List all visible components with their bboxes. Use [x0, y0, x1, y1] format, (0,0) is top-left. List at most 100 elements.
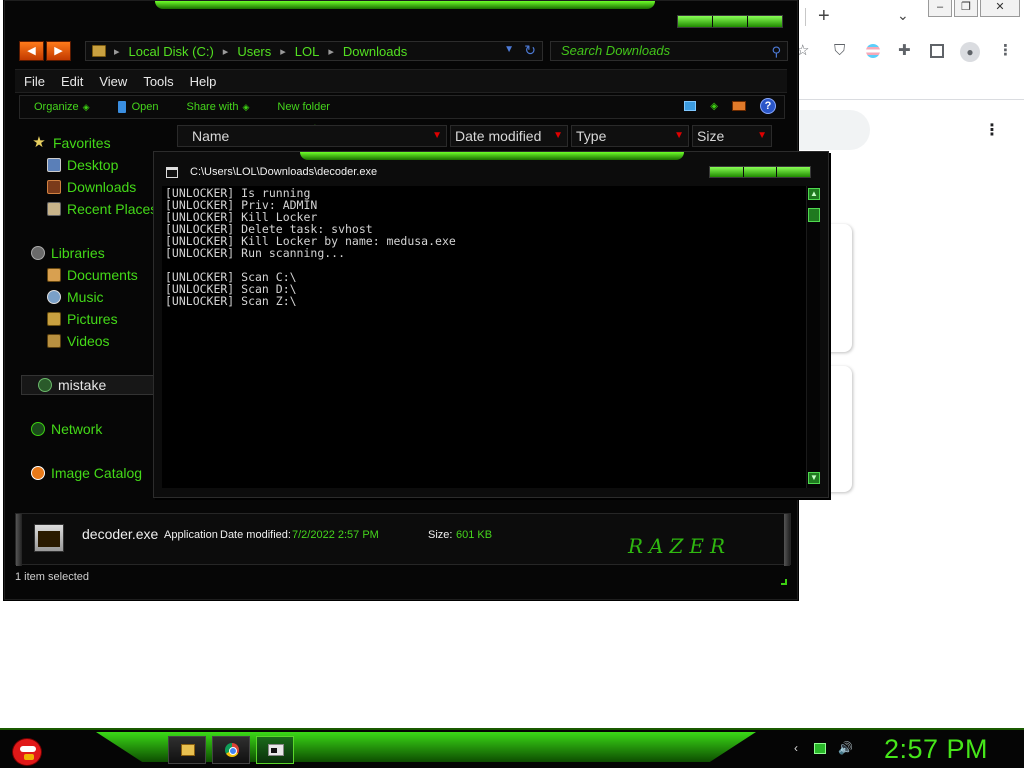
back-button[interactable]: ◀ — [19, 41, 44, 61]
address-bar[interactable]: ▸ Local Disk (C:) ▸ Users ▸ LOL ▸ Downlo… — [85, 41, 543, 61]
breadcrumb-users[interactable]: Users — [237, 44, 271, 59]
sidebar-item-libraries[interactable]: Libraries — [31, 245, 105, 261]
taskbar-clock[interactable]: 2:57 PM — [884, 734, 988, 765]
breadcrumb-lol[interactable]: LOL — [295, 44, 320, 59]
folder-icon — [92, 45, 106, 57]
breadcrumb-separator: ▸ — [280, 45, 286, 58]
help-icon[interactable]: ? — [760, 98, 776, 114]
sidebar-item-documents[interactable]: Documents — [47, 267, 138, 283]
close-button[interactable] — [777, 167, 811, 177]
show-hidden-icons-icon[interactable]: ‹ — [790, 742, 802, 754]
menu-file[interactable]: File — [24, 74, 45, 89]
scroll-thumb[interactable] — [808, 208, 820, 222]
column-size[interactable]: Size ▼ — [692, 125, 772, 147]
view-options-icon[interactable]: ◈ — [710, 101, 718, 112]
minimize-button[interactable] — [710, 167, 744, 177]
address-dropdown-icon[interactable]: ▼ — [504, 44, 514, 55]
window-top-glow — [300, 152, 684, 160]
page-menu-icon[interactable]: ⋮ — [984, 120, 1000, 140]
taskbar: ‹ 🔊 2:57 PM — [0, 728, 1024, 768]
taskbar-explorer-button[interactable] — [168, 736, 206, 764]
search-box-edge[interactable] — [796, 110, 870, 150]
refresh-icon[interactable]: ↻ — [524, 42, 536, 59]
column-size-label: Size — [697, 128, 725, 144]
sidebar-item-favorites[interactable]: ★ Favorites — [31, 135, 110, 151]
explorer-window-controls — [677, 15, 783, 28]
tab-search-button[interactable]: ⌄ — [897, 7, 909, 24]
restore-button[interactable]: ❐ — [954, 0, 978, 17]
menu-help[interactable]: Help — [190, 74, 217, 89]
column-type-label: Type — [576, 128, 607, 144]
pride-flag-icon[interactable] — [866, 44, 880, 58]
column-dropdown-icon[interactable]: ▼ — [674, 126, 684, 146]
menu-bar: File Edit View Tools Help — [15, 69, 787, 93]
column-date-modified[interactable]: Date modified ▼ — [450, 125, 568, 147]
column-dropdown-icon[interactable]: ▼ — [432, 126, 442, 146]
maximize-button[interactable] — [743, 167, 778, 177]
sidebar-label: Music — [67, 289, 104, 305]
resize-grip-icon[interactable] — [781, 579, 787, 585]
system-tray: ‹ 🔊 — [790, 742, 853, 754]
new-folder-button[interactable]: New folder — [277, 101, 330, 113]
console-output-area[interactable]: [UNLOCKER] Is running [UNLOCKER] Priv: A… — [162, 186, 806, 488]
close-button[interactable] — [748, 16, 782, 27]
sidebar-item-desktop[interactable]: Desktop — [47, 157, 118, 173]
menu-edit[interactable]: Edit — [61, 74, 83, 89]
breadcrumb-local-disk[interactable]: Local Disk (C:) — [129, 44, 214, 59]
search-input[interactable]: Search Downloads ⚲ — [550, 41, 788, 61]
homegroup-icon — [38, 378, 52, 392]
column-dropdown-icon[interactable]: ▼ — [553, 126, 563, 146]
profile-icon[interactable]: ● — [960, 42, 980, 62]
sidebar-item-mistake[interactable]: mistake — [21, 375, 159, 395]
open-button[interactable]: Open — [117, 101, 158, 113]
kebab-menu-icon[interactable]: ⋮ — [998, 42, 1013, 60]
ublock-icon[interactable]: ⛉ — [834, 42, 845, 60]
volume-icon[interactable]: 🔊 — [838, 742, 853, 754]
console-titlebar[interactable]: C:\Users\LOL\Downloads\decoder.exe — [166, 166, 377, 178]
console-window: C:\Users\LOL\Downloads\decoder.exe [UNLO… — [153, 151, 829, 498]
minimize-button[interactable]: – — [928, 0, 952, 17]
sidebar-item-music[interactable]: Music — [47, 289, 104, 305]
column-dropdown-icon[interactable]: ▼ — [757, 126, 767, 146]
angry-bird-icon — [12, 738, 42, 766]
recent-places-icon — [47, 202, 61, 216]
sidebar-item-image-catalog[interactable]: Image Catalog — [31, 465, 142, 481]
start-button[interactable] — [8, 732, 46, 768]
menu-tools[interactable]: Tools — [143, 74, 173, 89]
console-scrollbar[interactable]: ▲ ▼ — [806, 186, 820, 488]
sidebar-item-videos[interactable]: Videos — [47, 333, 110, 349]
network-status-icon[interactable] — [814, 742, 826, 754]
sidebar-item-downloads[interactable]: Downloads — [47, 179, 136, 195]
scroll-up-icon[interactable]: ▲ — [808, 188, 820, 200]
new-tab-button[interactable]: + — [818, 4, 830, 28]
taskbar-chrome-button[interactable] — [212, 736, 250, 764]
console-icon — [166, 166, 178, 178]
search-icon[interactable]: ⚲ — [771, 43, 781, 61]
console-output: [UNLOCKER] Is running [UNLOCKER] Priv: A… — [165, 186, 456, 308]
breadcrumb-downloads[interactable]: Downloads — [343, 44, 407, 59]
column-name[interactable]: Name ▼ — [177, 125, 447, 147]
status-bar-text: 1 item selected — [15, 571, 89, 583]
change-view-icon[interactable] — [684, 101, 697, 111]
menu-view[interactable]: View — [99, 74, 127, 89]
column-type[interactable]: Type ▼ — [571, 125, 689, 147]
forward-button[interactable]: ▶ — [46, 41, 71, 61]
details-pane: decoder.exe Application Date modified: 7… — [15, 513, 791, 566]
share-with-button[interactable]: Share with ◈ — [186, 101, 249, 113]
navigation-pane: ★ Favorites Desktop Downloads Recent Pla… — [19, 129, 159, 503]
star-icon[interactable]: ☆ — [796, 42, 809, 60]
side-panel-icon[interactable] — [930, 44, 944, 58]
sidebar-item-pictures[interactable]: Pictures — [47, 311, 118, 327]
console-window-controls — [709, 166, 811, 178]
maximize-button[interactable] — [713, 16, 748, 27]
scroll-down-icon[interactable]: ▼ — [808, 472, 820, 484]
application-icon — [117, 101, 126, 113]
minimize-button[interactable] — [678, 16, 713, 27]
preview-pane-icon[interactable] — [732, 101, 746, 111]
close-button[interactable]: ✕ — [980, 0, 1020, 17]
organize-button[interactable]: Organize ◈ — [34, 101, 90, 113]
sidebar-item-network[interactable]: Network — [31, 421, 102, 437]
sidebar-item-recent-places[interactable]: Recent Places — [47, 201, 157, 217]
extensions-icon[interactable]: ✚ — [898, 42, 911, 60]
taskbar-console-button[interactable] — [256, 736, 294, 764]
